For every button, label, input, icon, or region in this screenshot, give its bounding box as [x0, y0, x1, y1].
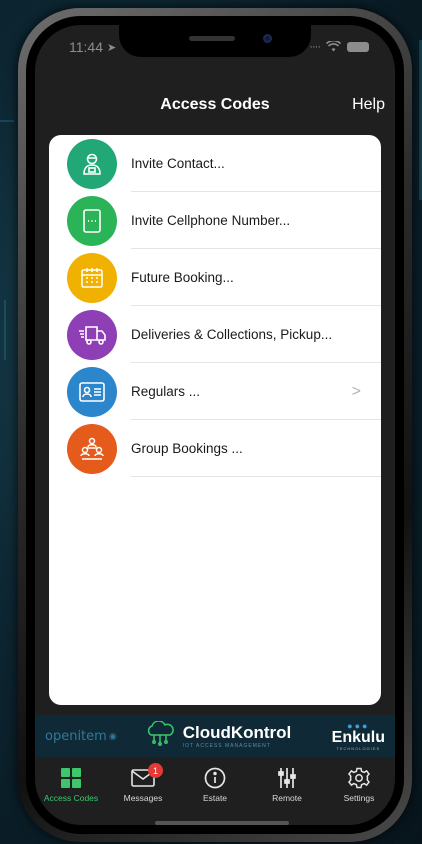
list-item-label: Deliveries & Collections, Pickup... — [131, 327, 333, 342]
tab-messages[interactable]: 1 Messages — [108, 763, 178, 803]
tab-remote[interactable]: Remote — [252, 765, 322, 803]
enkulu-subtitle: TECHNOLOGIES — [336, 745, 381, 751]
list-item-group-bookings[interactable]: Group Bookings ... — [49, 420, 381, 477]
gear-icon — [348, 765, 370, 791]
tab-label: Access Codes — [43, 793, 99, 803]
list-item-regulars[interactable]: Regulars ... > — [49, 363, 381, 420]
eye-icon: ◉ — [108, 730, 117, 741]
person-icon — [67, 138, 117, 189]
messages-badge: 1 — [148, 763, 163, 778]
enkulu-name: Enkulu — [331, 728, 385, 746]
grid-icon — [60, 765, 82, 791]
access-codes-list: Invite Contact... Invite Cellphone Numbe… — [49, 135, 381, 705]
info-icon — [204, 765, 226, 791]
notch — [119, 25, 311, 57]
tab-bar: Access Codes 1 Messages Estate Remote Se… — [35, 761, 395, 811]
brand-strip: openitem ◉ CloudKontrol IOT ACCESS MANAG… — [35, 715, 395, 757]
help-button[interactable]: Help — [352, 96, 385, 114]
chevron-right-icon: > — [351, 382, 361, 400]
tab-estate[interactable]: Estate — [180, 765, 250, 803]
sliders-icon — [277, 765, 297, 791]
wifi-icon — [325, 39, 342, 55]
list-item-invite-contact[interactable]: Invite Contact... — [49, 135, 381, 192]
battery-icon — [347, 42, 369, 52]
truck-icon — [67, 309, 117, 360]
signal-icon: ···· — [309, 41, 321, 53]
group-icon — [67, 423, 117, 474]
list-item-invite-cellphone[interactable]: Invite Cellphone Number... — [49, 192, 381, 249]
app-screen: 11:44 ➤ ···· Access Codes Help Invite Co… — [35, 25, 395, 825]
id-card-icon — [67, 366, 117, 417]
list-item-deliveries[interactable]: Deliveries & Collections, Pickup... — [49, 306, 381, 363]
list-item-label: Invite Contact... — [131, 156, 225, 171]
list-item-label: Regulars ... — [131, 384, 201, 399]
page-title: Access Codes — [160, 96, 270, 113]
list-item-label: Invite Cellphone Number... — [131, 213, 291, 228]
home-indicator — [155, 821, 289, 825]
status-time: 11:44 — [69, 39, 103, 55]
cloudkontrol-subtitle: IOT ACCESS MANAGEMENT — [182, 743, 271, 749]
cloud-circuit-icon — [143, 719, 177, 752]
tab-label: Settings — [343, 793, 375, 803]
list-item-future-booking[interactable]: Future Booking... — [49, 249, 381, 306]
list-item-label: Group Bookings ... — [131, 441, 243, 456]
location-arrow-icon: ➤ — [107, 41, 117, 54]
tab-access-codes[interactable]: Access Codes — [36, 765, 106, 803]
tab-label: Messages — [123, 793, 163, 803]
cellphone-icon — [67, 195, 117, 246]
nav-bar: Access Codes Help — [35, 85, 395, 125]
cloudkontrol-logo: CloudKontrol IOT ACCESS MANAGEMENT — [143, 719, 292, 752]
phone-frame: 11:44 ➤ ···· Access Codes Help Invite Co… — [18, 8, 412, 842]
cloudkontrol-name: CloudKontrol — [182, 723, 292, 742]
tab-settings[interactable]: Settings — [324, 765, 394, 803]
tab-label: Remote — [272, 793, 302, 803]
calendar-icon — [67, 252, 117, 303]
tab-label: Estate — [202, 793, 228, 803]
openitem-logo: openitem — [45, 728, 107, 744]
list-item-label: Future Booking... — [131, 270, 234, 285]
enkulu-logo: ●●● Enkulu TECHNOLOGIES — [331, 720, 385, 751]
